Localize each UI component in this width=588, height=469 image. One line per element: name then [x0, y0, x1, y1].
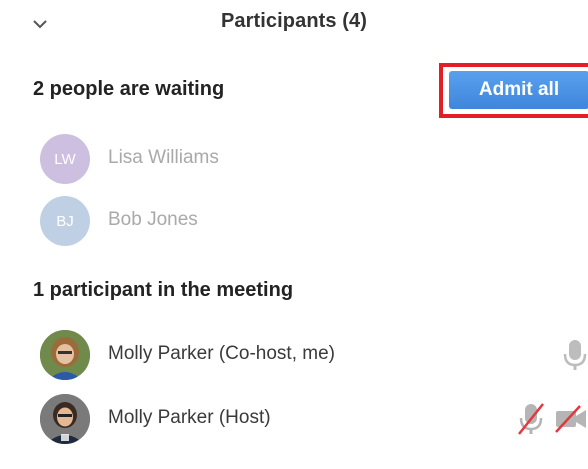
avatar	[40, 330, 90, 380]
participant-name: Molly Parker (Host)	[108, 407, 271, 428]
participant-row[interactable]: Molly Parker (Co-host, me)	[0, 330, 588, 380]
avatar	[40, 394, 90, 444]
avatar-photo	[40, 330, 90, 380]
microphone-icon[interactable]	[562, 338, 588, 372]
waiting-participant-row[interactable]: LW Lisa Williams	[0, 134, 588, 184]
waiting-participant-row[interactable]: BJ Bob Jones	[0, 196, 588, 246]
participant-name: Molly Parker (Co-host, me)	[108, 343, 335, 364]
avatar-photo	[40, 394, 90, 444]
panel-title: Participants (4)	[220, 10, 368, 32]
video-off-icon[interactable]	[554, 404, 588, 434]
avatar: LW	[40, 134, 90, 184]
waiting-room-heading: 2 people are waiting	[33, 78, 225, 100]
participant-name: Bob Jones	[108, 209, 198, 230]
participants-panel: Participants (4) 2 people are waiting Ad…	[0, 0, 588, 469]
participants-header: Participants (4)	[0, 0, 588, 48]
participant-name: Lisa Williams	[108, 147, 219, 168]
participant-row[interactable]: Molly Parker (Host)	[0, 394, 588, 444]
avatar: BJ	[40, 196, 90, 246]
in-meeting-heading: 1 participant in the meeting	[33, 279, 294, 301]
microphone-muted-icon[interactable]	[517, 402, 545, 436]
admit-all-button[interactable]: Admit all	[449, 71, 588, 109]
